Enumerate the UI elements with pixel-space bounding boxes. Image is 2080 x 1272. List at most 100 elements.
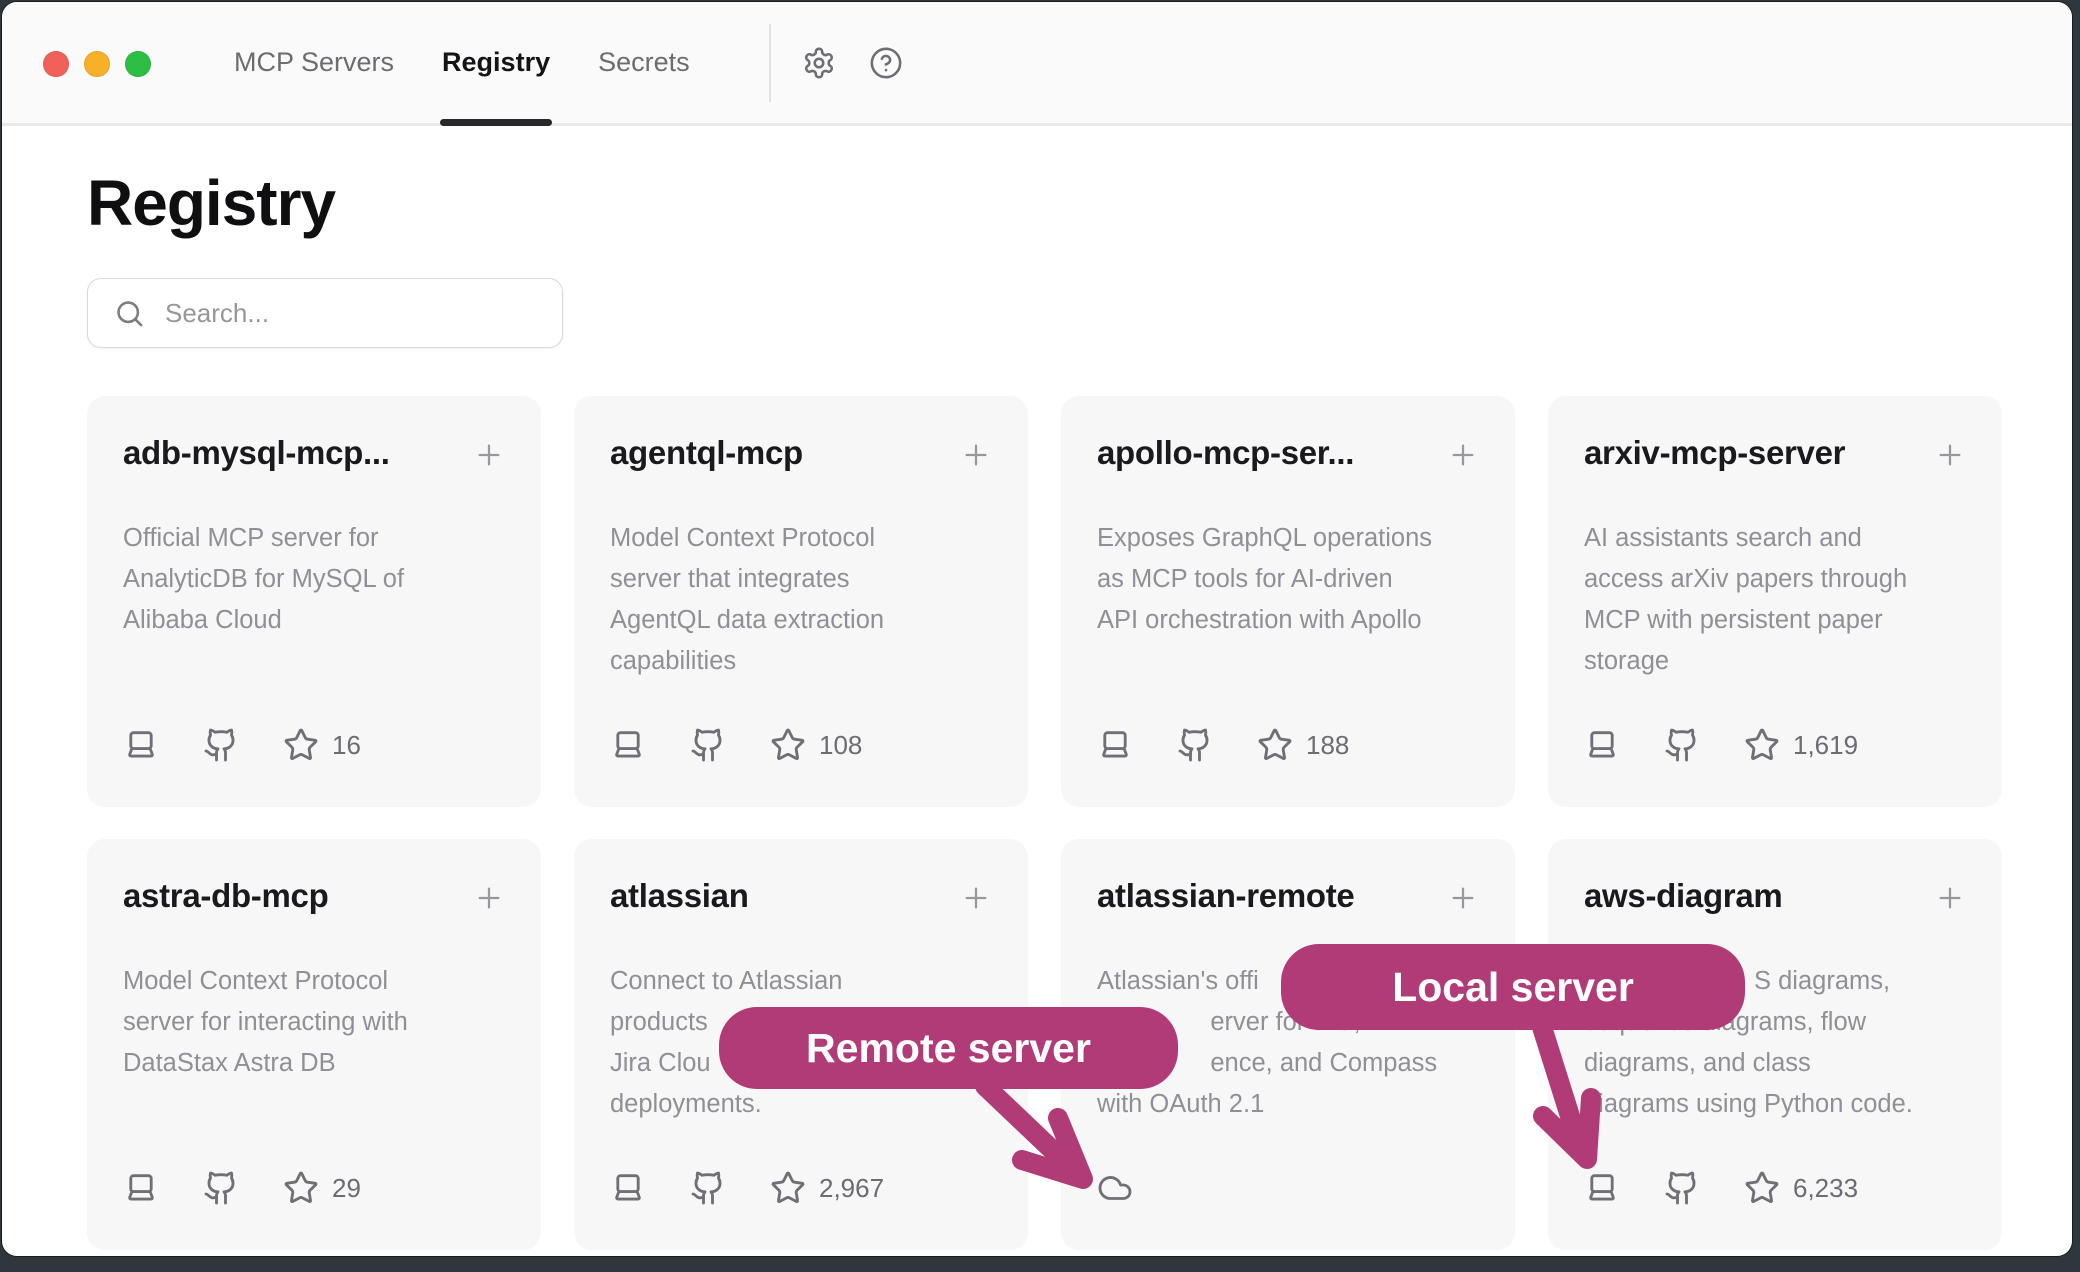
- search-icon: [114, 298, 145, 329]
- tab-secrets[interactable]: Secrets: [598, 2, 690, 123]
- server-description: Official MCP server for AnalyticDB for M…: [123, 518, 505, 641]
- laptop-icon: [123, 1170, 159, 1206]
- card-header: agentql-mcp: [610, 434, 992, 472]
- server-card[interactable]: adb-mysql-mcp... Official MCP server for…: [87, 396, 541, 807]
- star-count: 16: [332, 730, 361, 761]
- server-meta: 108: [610, 727, 992, 763]
- screenshot-stage: MCP Servers Registry Secrets: [0, 0, 2080, 1272]
- server-card[interactable]: agentql-mcp Model Context Protocol serve…: [574, 396, 1028, 807]
- star-icon: [770, 727, 806, 763]
- stars: 188: [1257, 727, 1349, 763]
- plus-icon: [960, 439, 992, 471]
- search-input[interactable]: [163, 297, 523, 330]
- star-icon: [283, 1170, 319, 1206]
- github-icon: [203, 727, 239, 763]
- star-icon: [283, 727, 319, 763]
- stars: 16: [283, 727, 361, 763]
- star-count: 29: [332, 1173, 361, 1204]
- page-title: Registry: [87, 126, 2072, 238]
- laptop-icon: [1584, 727, 1620, 763]
- plus-icon: [1934, 882, 1966, 914]
- titlebar: MCP Servers Registry Secrets: [2, 2, 2072, 126]
- stars: 2,967: [770, 1170, 884, 1206]
- plus-icon: [473, 439, 505, 471]
- add-server-button[interactable]: [1934, 882, 1966, 914]
- server-card[interactable]: apollo-mcp-ser... Exposes GraphQL operat…: [1061, 396, 1515, 807]
- server-meta: 6,233: [1584, 1170, 1966, 1206]
- server-card[interactable]: astra-db-mcp Model Context Protocol serv…: [87, 839, 541, 1250]
- github-icon: [1177, 727, 1213, 763]
- star-count: 188: [1306, 730, 1349, 761]
- stars: 1,619: [1744, 727, 1858, 763]
- cards-grid: adb-mysql-mcp... Official MCP server for…: [87, 396, 2002, 1250]
- add-server-button[interactable]: [473, 439, 505, 471]
- tab-mcp-servers[interactable]: MCP Servers: [234, 2, 394, 123]
- plus-icon: [1447, 882, 1479, 914]
- star-count: 1,619: [1793, 730, 1858, 761]
- add-server-button[interactable]: [1447, 882, 1479, 914]
- server-meta: 2,967: [610, 1170, 992, 1206]
- search-box[interactable]: [87, 278, 563, 348]
- server-name: arxiv-mcp-server: [1584, 434, 1845, 472]
- laptop-icon: [610, 1170, 646, 1206]
- plus-icon: [1447, 439, 1479, 471]
- star-count: 2,967: [819, 1173, 884, 1204]
- server-name: atlassian-remote: [1097, 877, 1354, 915]
- card-header: atlassian-remote: [1097, 877, 1479, 915]
- add-server-button[interactable]: [1934, 439, 1966, 471]
- local-server-callout: Local server: [1281, 944, 1745, 1030]
- settings-gear-icon[interactable]: [802, 46, 836, 80]
- add-server-button[interactable]: [960, 439, 992, 471]
- server-meta: [1097, 1170, 1479, 1206]
- server-name: agentql-mcp: [610, 434, 803, 472]
- server-description: Model Context Protocol server for intera…: [123, 961, 505, 1084]
- traffic-lights: [43, 51, 151, 77]
- server-description: Model Context Protocol server that integ…: [610, 518, 992, 682]
- server-description: AI assistants search and access arXiv pa…: [1584, 518, 1966, 682]
- github-icon: [1664, 1170, 1700, 1206]
- star-icon: [770, 1170, 806, 1206]
- card-header: astra-db-mcp: [123, 877, 505, 915]
- card-header: atlassian: [610, 877, 992, 915]
- card-header: arxiv-mcp-server: [1584, 434, 1966, 472]
- github-icon: [690, 727, 726, 763]
- server-description: Exposes GraphQL operations as MCP tools …: [1097, 518, 1479, 641]
- titlebar-divider: [769, 24, 771, 102]
- laptop-icon: [123, 727, 159, 763]
- laptop-icon: [610, 727, 646, 763]
- card-header: aws-diagram: [1584, 877, 1966, 915]
- plus-icon: [473, 882, 505, 914]
- server-meta: 16: [123, 727, 505, 763]
- laptop-icon: [1584, 1170, 1620, 1206]
- remote-server-callout: Remote server: [719, 1007, 1178, 1089]
- github-icon: [690, 1170, 726, 1206]
- close-window-button[interactable]: [43, 51, 69, 77]
- card-header: apollo-mcp-ser...: [1097, 434, 1479, 472]
- star-count: 6,233: [1793, 1173, 1858, 1204]
- titlebar-actions: [802, 2, 903, 123]
- star-count: 108: [819, 730, 862, 761]
- server-card[interactable]: arxiv-mcp-server AI assistants search an…: [1548, 396, 2002, 807]
- server-name: adb-mysql-mcp...: [123, 434, 390, 472]
- cloud-icon: [1097, 1170, 1133, 1206]
- add-server-button[interactable]: [960, 882, 992, 914]
- server-card[interactable]: aws-diagram S diagrams, sequence diagram…: [1548, 839, 2002, 1250]
- github-icon: [203, 1170, 239, 1206]
- titlebar-tabs: MCP Servers Registry Secrets: [234, 2, 690, 123]
- tab-registry[interactable]: Registry: [442, 2, 550, 123]
- star-icon: [1257, 727, 1293, 763]
- help-icon[interactable]: [869, 46, 903, 80]
- add-server-button[interactable]: [473, 882, 505, 914]
- server-name: apollo-mcp-ser...: [1097, 434, 1354, 472]
- stars: 6,233: [1744, 1170, 1858, 1206]
- laptop-icon: [1097, 727, 1133, 763]
- star-icon: [1744, 1170, 1780, 1206]
- minimize-window-button[interactable]: [84, 51, 110, 77]
- zoom-window-button[interactable]: [125, 51, 151, 77]
- server-name: atlassian: [610, 877, 749, 915]
- plus-icon: [960, 882, 992, 914]
- server-name: aws-diagram: [1584, 877, 1782, 915]
- server-meta: 1,619: [1584, 727, 1966, 763]
- star-icon: [1744, 727, 1780, 763]
- add-server-button[interactable]: [1447, 439, 1479, 471]
